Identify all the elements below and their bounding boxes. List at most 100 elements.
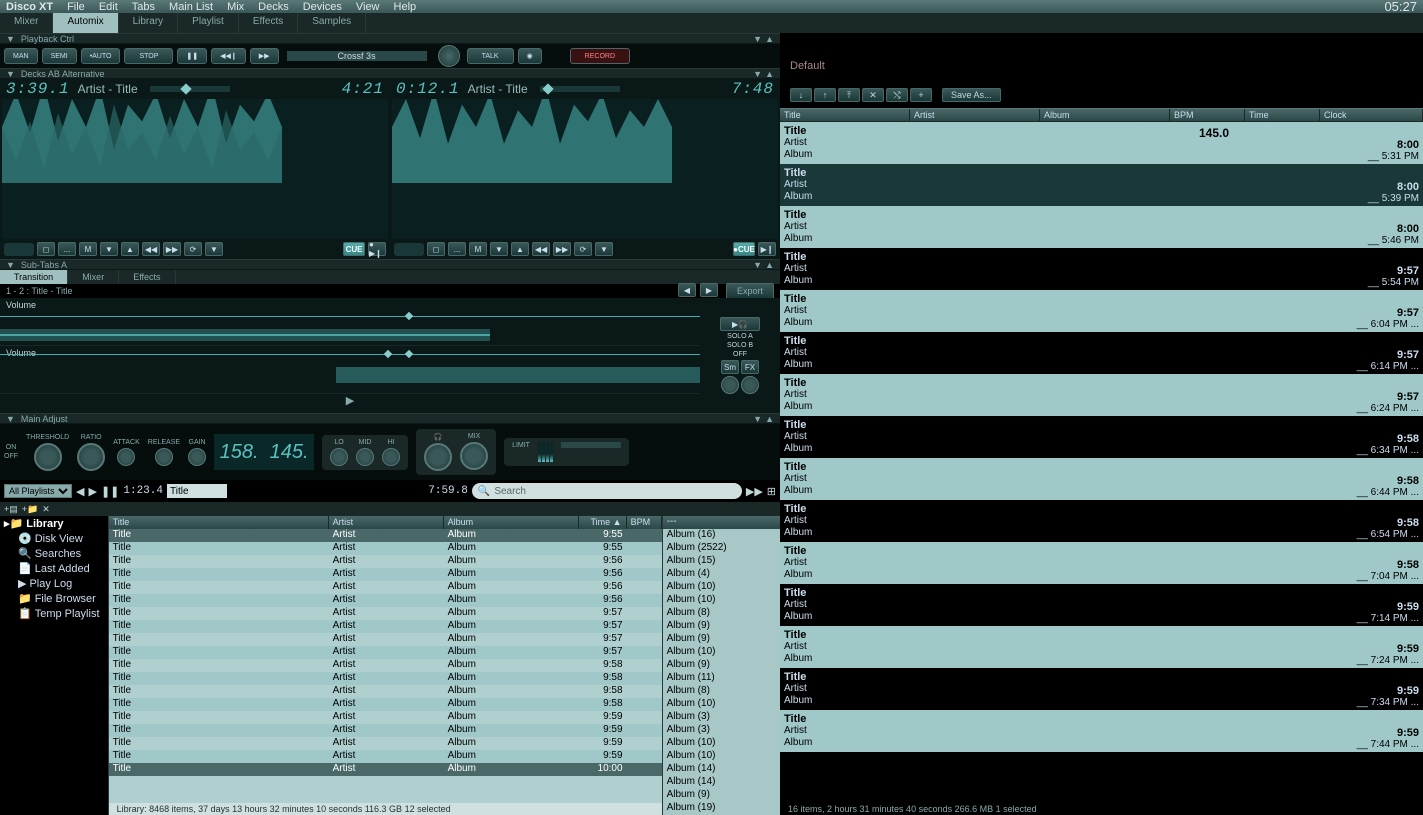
album-item[interactable]: Album (9) — [663, 659, 780, 672]
knob-release[interactable] — [155, 448, 173, 466]
album-item[interactable]: Album (16) — [663, 529, 780, 542]
crossfader[interactable]: Crossf 3s — [287, 51, 427, 61]
btn-talk[interactable]: TALK — [467, 48, 514, 64]
deck-b-pitch[interactable] — [394, 243, 424, 256]
sidebar-playlog[interactable]: ▶Play Log — [0, 576, 108, 591]
add-folder-icon[interactable]: +📁 — [22, 504, 38, 515]
album-item[interactable]: Album (10) — [663, 737, 780, 750]
pl-add-icon[interactable]: + — [910, 88, 932, 102]
tab-automix[interactable]: Automix — [53, 13, 118, 33]
section-adjust-header[interactable]: ▼Main Adjust ▼▲ — [0, 413, 780, 424]
col-title[interactable]: Title — [109, 516, 329, 529]
lib-prev-icon[interactable]: ◀ — [76, 485, 84, 498]
table-row[interactable]: TitleArtistAlbum9:58 — [109, 698, 662, 711]
table-row[interactable]: TitleArtistAlbum9:57 — [109, 633, 662, 646]
album-item[interactable]: Album (9) — [663, 789, 780, 802]
collapse-icon[interactable]: ▼ — [753, 34, 762, 44]
menu-mainlist[interactable]: Main List — [169, 1, 213, 13]
remove-icon[interactable]: ✕ — [42, 504, 50, 515]
btn-stop[interactable]: STOP — [124, 48, 173, 64]
tab-mixer[interactable]: Mixer — [0, 13, 53, 33]
album-item[interactable]: Album (2522) — [663, 542, 780, 555]
table-row[interactable]: TitleArtistAlbum10:00 — [109, 763, 662, 776]
lib-title-input[interactable] — [167, 484, 227, 498]
btn-fx[interactable]: FX — [741, 360, 759, 374]
deck-a-waveform[interactable] — [2, 99, 388, 239]
playlist-row[interactable]: TitleArtistAlbum9:57__ 5:54 PM — [780, 248, 1423, 290]
deck-b-loop-icon[interactable]: ◻ — [427, 242, 445, 256]
sidebar-tempplaylist[interactable]: 📋Temp Playlist — [0, 606, 108, 621]
btn-auto[interactable]: • AUTO — [81, 48, 121, 64]
menu-devices[interactable]: Devices — [303, 1, 342, 13]
sidebar-library[interactable]: ▸📁Library — [0, 516, 108, 531]
album-item[interactable]: Album (9) — [663, 620, 780, 633]
col-artist[interactable]: Artist — [329, 516, 444, 529]
btn-man[interactable]: MAN — [4, 48, 38, 64]
tab-effects[interactable]: Effects — [239, 13, 298, 33]
knob-threshold[interactable] — [34, 443, 62, 471]
table-row[interactable]: TitleArtistAlbum9:59 — [109, 724, 662, 737]
sidebar-filebrowser[interactable]: 📁File Browser — [0, 591, 108, 606]
subtab-mixer[interactable]: Mixer — [68, 270, 119, 284]
sidebar-diskview[interactable]: 💿Disk View — [0, 531, 108, 546]
knob-attack[interactable] — [117, 448, 135, 466]
btn-next[interactable]: ▶▶ — [250, 48, 279, 64]
album-item[interactable]: Album (14) — [663, 763, 780, 776]
table-row[interactable]: TitleArtistAlbum9:59 — [109, 711, 662, 724]
deck-a-ff-icon[interactable]: ▶▶ — [163, 242, 181, 256]
playlist-row[interactable]: TitleArtistAlbum9:57__ 6:24 PM ... — [780, 374, 1423, 416]
trans-next-icon[interactable]: ▶ — [700, 283, 718, 297]
table-row[interactable]: TitleArtistAlbum9:56 — [109, 594, 662, 607]
col-bpm[interactable]: BPM — [627, 516, 662, 529]
deck-b-m[interactable]: M — [469, 242, 487, 256]
deck-a-mark-icon[interactable]: ▼ — [205, 242, 223, 256]
menu-mix[interactable]: Mix — [227, 1, 244, 13]
album-item[interactable]: Album (3) — [663, 711, 780, 724]
table-row[interactable]: TitleArtistAlbum9:55 — [109, 542, 662, 555]
pl-shuffle-icon[interactable]: ⤭ — [886, 88, 908, 102]
tab-library[interactable]: Library — [119, 13, 179, 33]
deck-b-mark-icon[interactable]: ▼ — [595, 242, 613, 256]
menu-edit[interactable]: Edit — [99, 1, 118, 13]
menu-help[interactable]: Help — [394, 1, 417, 13]
btn-saveas[interactable]: Save As... — [942, 88, 1001, 102]
table-row[interactable]: TitleArtistAlbum9:59 — [109, 750, 662, 763]
knob-gain[interactable] — [188, 448, 206, 466]
album-item[interactable]: Album (10) — [663, 646, 780, 659]
table-row[interactable]: TitleArtistAlbum9:56 — [109, 581, 662, 594]
deck-a-cue-play-icon[interactable]: ● ▶❙ — [368, 242, 386, 256]
subtab-transition[interactable]: Transition — [0, 270, 68, 284]
btn-semi[interactable]: SEMI — [42, 48, 77, 64]
trans-prev-icon[interactable]: ◀ — [678, 283, 696, 297]
table-row[interactable]: TitleArtistAlbum9:55 — [109, 529, 662, 542]
deck-b-rew-icon[interactable]: ◀◀ — [532, 242, 550, 256]
menu-file[interactable]: File — [67, 1, 85, 13]
search-input[interactable]: 🔍Search — [472, 483, 742, 499]
album-item[interactable]: Album (4) — [663, 568, 780, 581]
section-playback-header[interactable]: ▼ Playback Ctrl ▼▲ — [0, 33, 780, 44]
menu-view[interactable]: View — [356, 1, 380, 13]
menu-decks[interactable]: Decks — [258, 1, 289, 13]
lib-next-icon[interactable]: ▶ — [88, 485, 96, 498]
trans-knob-1[interactable] — [721, 376, 739, 394]
transition-editor[interactable]: Volume Volume ▶ — [0, 298, 700, 413]
deck-a-m[interactable]: M — [79, 242, 97, 256]
add-icon[interactable]: +▤ — [4, 504, 18, 515]
albums-list[interactable]: --- Album (16)Album (2522)Album (15)Albu… — [662, 516, 780, 815]
btn-mic[interactable]: ◉ — [518, 48, 542, 64]
deck-b-up-icon[interactable]: ▲ — [511, 242, 529, 256]
album-item[interactable]: Album (11) — [663, 672, 780, 685]
table-row[interactable]: TitleArtistAlbum9:56 — [109, 568, 662, 581]
expand-icon[interactable]: ▲ — [765, 34, 774, 44]
deck-a-loop-icon[interactable]: ◻ — [37, 242, 55, 256]
deck-b-repeat-icon[interactable]: ⟳ — [574, 242, 592, 256]
table-row[interactable]: TitleArtistAlbum9:58 — [109, 672, 662, 685]
playlist-row[interactable]: TitleArtistAlbum9:59__ 7:34 PM ... — [780, 668, 1423, 710]
deck-b-ff-icon[interactable]: ▶▶ — [553, 242, 571, 256]
knob-headphone[interactable] — [424, 443, 452, 471]
table-row[interactable]: TitleArtistAlbum9:57 — [109, 646, 662, 659]
playlist-row[interactable]: TitleArtistAlbum9:57__ 6:04 PM ... — [780, 290, 1423, 332]
playlist-row[interactable]: TitleArtistAlbum9:58__ 6:44 PM ... — [780, 458, 1423, 500]
btn-export[interactable]: Export — [726, 283, 774, 299]
playlist-row[interactable]: TitleArtistAlbum8:00__ 5:39 PM — [780, 164, 1423, 206]
